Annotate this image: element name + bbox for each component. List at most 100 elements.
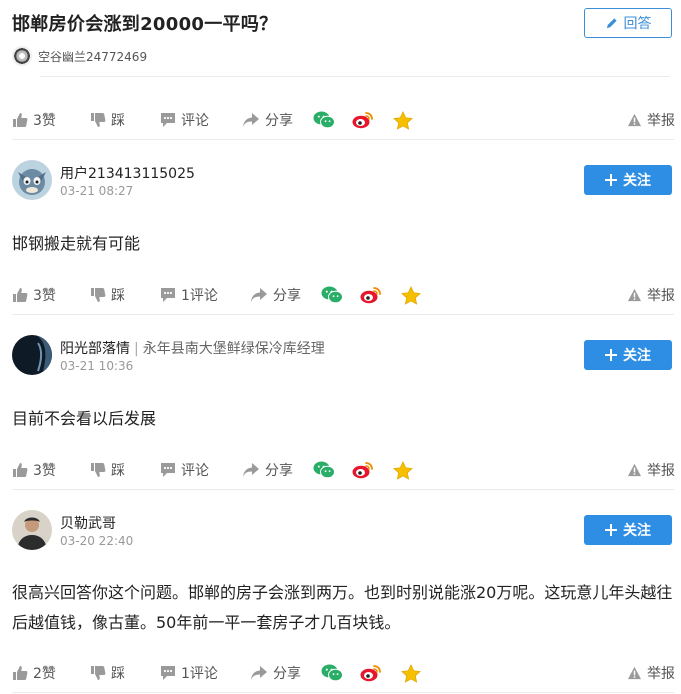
answer-button[interactable]: 回答 [584,8,672,38]
comment-button[interactable]: 1评论 [160,283,218,307]
share-weibo-button[interactable] [352,108,374,132]
report-button[interactable]: 举报 [627,108,675,132]
favorite-button[interactable] [393,458,413,482]
plus-icon [605,349,617,361]
comment-button[interactable]: 1评论 [160,661,218,685]
comment-icon [160,462,176,478]
follow-label: 关注 [623,523,651,539]
star-icon [401,286,421,305]
follow-button[interactable]: 关注 [584,515,672,545]
like-count: 3赞 [33,463,56,479]
answer-action-bar: 3赞 踩 评论 分享 举报 [0,458,681,482]
follow-label: 关注 [623,348,651,364]
share-label: 分享 [273,666,301,682]
share-weibo-button[interactable] [360,661,382,685]
avatar[interactable] [12,510,52,550]
weibo-icon [360,286,382,304]
dislike-label: 踩 [111,288,125,304]
share-wechat-button[interactable] [321,283,343,307]
like-button[interactable]: 3赞 [12,108,56,132]
share-icon [250,287,268,303]
question-title: 邯郸房价会涨到20000一平吗？ [12,14,278,35]
dislike-button[interactable]: 踩 [90,661,125,685]
share-icon [242,462,260,478]
answer-time: 03-21 08:27 [60,184,134,198]
follow-button[interactable]: 关注 [584,340,672,370]
thumbs-up-icon [12,665,28,681]
report-button[interactable]: 举报 [627,458,675,482]
avatar[interactable] [12,335,52,375]
report-button[interactable]: 举报 [627,661,675,685]
asker-name[interactable]: 空谷幽兰24772469 [38,48,147,65]
star-icon [393,461,413,480]
divider [12,489,674,490]
share-wechat-button[interactable] [321,661,343,685]
report-label: 举报 [647,463,675,479]
dislike-label: 踩 [111,113,125,129]
comment-icon [160,665,176,681]
report-button[interactable]: 举报 [627,283,675,307]
comment-button[interactable]: 评论 [160,458,209,482]
thumbs-up-icon [12,287,28,303]
comment-button[interactable]: 评论 [160,108,209,132]
thumbs-down-icon [90,287,106,303]
report-label: 举报 [647,666,675,682]
thumbs-down-icon [90,462,106,478]
share-label: 分享 [273,288,301,304]
share-button[interactable]: 分享 [242,458,293,482]
comment-icon [160,112,176,128]
follow-button[interactable]: 关注 [584,165,672,195]
plus-icon [605,524,617,536]
warning-icon [627,288,642,302]
dislike-label: 踩 [111,666,125,682]
dislike-label: 踩 [111,463,125,479]
username[interactable]: 贝勒武哥 [60,513,116,533]
share-button[interactable]: 分享 [242,108,293,132]
share-wechat-button[interactable] [313,108,335,132]
title-divider: | [134,341,139,357]
thumbs-up-icon [12,462,28,478]
like-button[interactable]: 2赞 [12,661,56,685]
avatar[interactable] [12,160,52,200]
username[interactable]: 阳光部落情 [60,341,130,357]
dislike-button[interactable]: 踩 [90,283,125,307]
thumbs-down-icon [90,665,106,681]
user-info: 阳光部落情 | 永年县南大堡鲜绿保冷库经理 [60,338,325,358]
comment-label: 评论 [181,113,209,129]
share-wechat-button[interactable] [313,458,335,482]
share-label: 分享 [265,463,293,479]
share-button[interactable]: 分享 [250,283,301,307]
favorite-button[interactable] [401,661,421,685]
wechat-icon [313,461,335,479]
share-icon [242,112,260,128]
answer-time: 03-21 10:36 [60,359,134,373]
answer-action-bar: 3赞 踩 1评论 分享 举报 [0,283,681,307]
username[interactable]: 用户213413115025 [60,163,195,183]
favorite-button[interactable] [393,108,413,132]
share-button[interactable]: 分享 [250,661,301,685]
answer-time: 03-20 22:40 [60,534,134,548]
comment-icon [160,287,176,303]
warning-icon [627,666,642,680]
answer-content: 目前不会看以后发展 [12,409,157,428]
favorite-button[interactable] [401,283,421,307]
like-button[interactable]: 3赞 [12,458,56,482]
plus-icon [605,174,617,186]
report-label: 举报 [647,288,675,304]
comment-label: 评论 [181,463,209,479]
follow-label: 关注 [623,173,651,189]
answer-content: 邯钢搬走就有可能 [12,234,141,253]
divider [12,139,674,140]
share-label: 分享 [265,113,293,129]
wechat-icon [321,664,343,682]
share-weibo-button[interactable] [360,283,382,307]
weibo-icon [352,111,374,129]
asker-avatar[interactable] [12,46,32,66]
like-button[interactable]: 3赞 [12,283,56,307]
asker[interactable]: 空谷幽兰24772469 [12,46,147,66]
wechat-icon [313,111,335,129]
share-weibo-button[interactable] [352,458,374,482]
dislike-button[interactable]: 踩 [90,108,125,132]
dislike-button[interactable]: 踩 [90,458,125,482]
star-icon [393,111,413,130]
